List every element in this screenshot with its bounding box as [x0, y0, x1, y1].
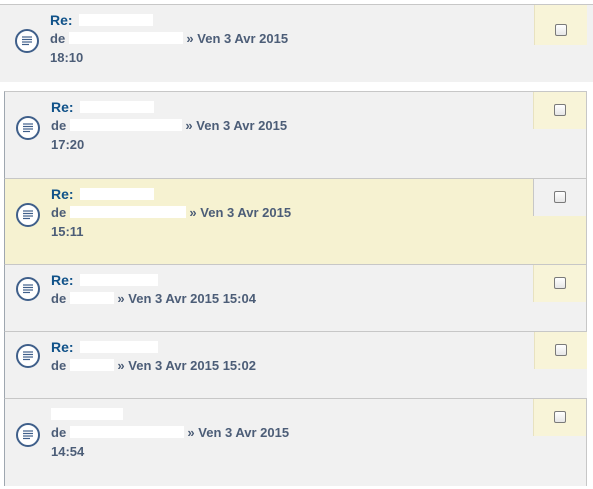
topic-icon [16, 344, 40, 368]
post-row: Re: de » Ven 3 Avr 2015 15:04 [4, 264, 587, 331]
post-title-link[interactable]: Re: [51, 271, 158, 289]
post-title-link[interactable] [51, 405, 123, 423]
redacted-author[interactable] [69, 426, 184, 438]
post-meta: de » Ven 3 Avr 2015 15:11 [51, 205, 292, 239]
post-meta: de » Ven 3 Avr 2015 14:54 [51, 425, 290, 459]
redacted-author[interactable] [69, 119, 182, 131]
redacted-title [78, 14, 153, 26]
post-row: Re: de » Ven 3 Avr 2015 17:20 [4, 91, 587, 178]
select-cell [533, 265, 586, 302]
topic-icon [16, 116, 40, 140]
post-title-link[interactable]: Re: [51, 98, 154, 116]
post-row: de » Ven 3 Avr 2015 14:54 [4, 398, 587, 486]
select-checkbox[interactable] [554, 191, 566, 203]
redacted-title [51, 408, 123, 420]
post-meta: de » Ven 3 Avr 2015 17:20 [51, 118, 288, 152]
select-checkbox[interactable] [554, 104, 566, 116]
post-row: Re: de » Ven 3 Avr 2015 18:10 [0, 4, 593, 82]
topic-icon [16, 277, 40, 301]
topic-icon [16, 203, 40, 227]
redacted-author[interactable] [69, 292, 114, 304]
topic-icon [16, 423, 40, 447]
redacted-title [79, 274, 158, 286]
topic-icon [15, 29, 39, 53]
select-cell [534, 332, 587, 369]
select-checkbox[interactable] [555, 344, 567, 356]
redacted-author[interactable] [69, 359, 114, 371]
select-cell [533, 399, 586, 436]
redacted-author[interactable] [69, 206, 186, 218]
post-title-link[interactable]: Re: [51, 185, 154, 203]
post-meta: de » Ven 3 Avr 2015 15:04 [51, 291, 256, 306]
post-row: Re: de » Ven 3 Avr 2015 15:11 [4, 178, 587, 264]
post-meta: de » Ven 3 Avr 2015 15:02 [51, 358, 256, 373]
select-checkbox[interactable] [554, 277, 566, 289]
post-meta: de » Ven 3 Avr 2015 18:10 [50, 31, 289, 65]
post-title-link[interactable]: Re: [50, 11, 153, 29]
redacted-title [79, 188, 154, 200]
redacted-title [79, 341, 158, 353]
redacted-title [79, 101, 154, 113]
post-title-link[interactable]: Re: [51, 338, 158, 356]
select-cell [534, 5, 587, 45]
post-row: Re: de » Ven 3 Avr 2015 15:02 [4, 331, 587, 398]
select-cell [533, 179, 586, 216]
select-cell [533, 92, 586, 129]
select-checkbox[interactable] [554, 411, 566, 423]
redacted-author[interactable] [68, 32, 183, 44]
select-checkbox[interactable] [555, 24, 567, 36]
